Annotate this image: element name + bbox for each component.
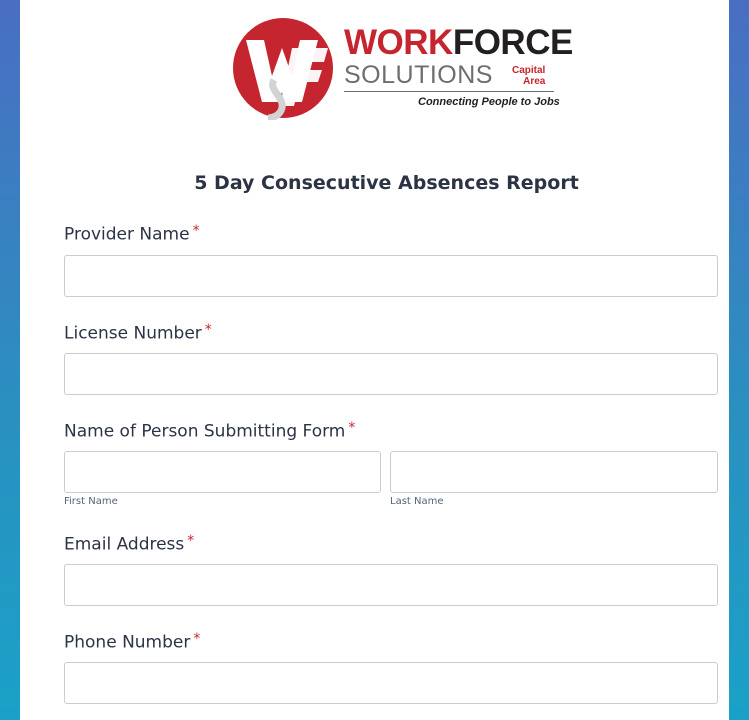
first-name-input[interactable]: [64, 451, 381, 493]
logo-emblem-icon: [233, 18, 333, 120]
provider-name-input[interactable]: [64, 255, 718, 297]
page-background-right: [729, 0, 749, 720]
logo-solutions: SOLUTIONS: [344, 61, 493, 89]
email-input[interactable]: [64, 564, 718, 606]
first-name-sublabel: First Name: [64, 496, 118, 507]
email-label: Email Address *: [64, 533, 195, 555]
logo-region: Capital Area: [512, 65, 546, 87]
form-card: WORKFORCE SOLUTIONS Capital Area Connect…: [44, 0, 729, 720]
last-name-sublabel: Last Name: [390, 496, 444, 507]
license-number-label: License Number *: [64, 322, 212, 344]
license-number-input[interactable]: [64, 353, 718, 395]
logo-tagline: Connecting People to Jobs: [418, 96, 560, 108]
provider-name-label: Provider Name *: [64, 223, 200, 245]
required-marker: *: [204, 322, 212, 338]
required-marker: *: [348, 420, 356, 436]
phone-label: Phone Number *: [64, 631, 201, 653]
last-name-input[interactable]: [390, 451, 718, 493]
workforce-solutions-logo: WORKFORCE SOLUTIONS Capital Area Connect…: [228, 10, 573, 128]
logo-wordmark: WORKFORCE: [344, 23, 573, 62]
logo-divider: [344, 91, 554, 92]
form-title: 5 Day Consecutive Absences Report: [194, 172, 579, 194]
required-marker: *: [193, 631, 201, 647]
submitter-name-label: Name of Person Submitting Form *: [64, 420, 356, 442]
required-marker: *: [192, 223, 200, 239]
page-background-left: [0, 0, 20, 720]
required-marker: *: [187, 533, 195, 549]
phone-input[interactable]: [64, 662, 718, 704]
